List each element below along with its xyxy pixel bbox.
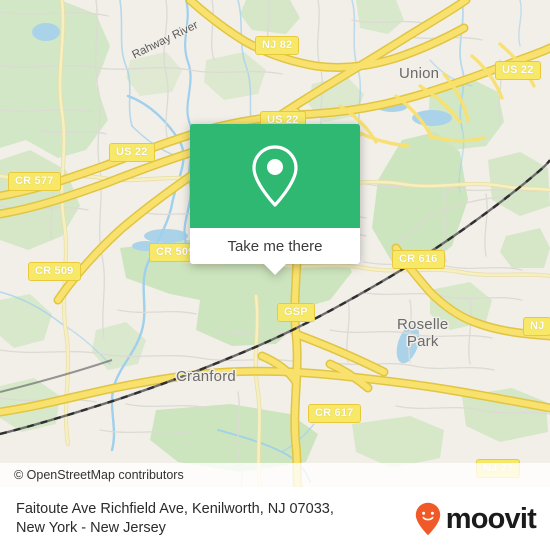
shield-gsp[interactable]: GSP (277, 303, 315, 322)
location-popup-card[interactable]: Take me there (190, 124, 360, 275)
map-canvas[interactable]: Rahway River Union Cranford Roselle Park… (0, 0, 550, 487)
map-screenshot: Rahway River Union Cranford Roselle Park… (0, 0, 550, 550)
shield-us-22-west[interactable]: US 22 (109, 143, 155, 162)
map-pin-icon (252, 145, 298, 207)
footer-bar: Faitoute Ave Richfield Ave, Kenilworth, … (0, 487, 550, 550)
shield-cr-577[interactable]: CR 577 (8, 172, 61, 191)
shield-nj-82[interactable]: NJ 82 (255, 36, 300, 55)
shield-nj-edge[interactable]: NJ (523, 317, 550, 336)
address-line-1: Faitoute Ave Richfield Ave, Kenilworth, … (16, 501, 334, 517)
address-line-2: New York - New Jersey (16, 520, 166, 536)
moovit-pin-icon (415, 502, 440, 536)
popup-footer[interactable]: Take me there (190, 228, 360, 275)
take-me-there-button[interactable]: Take me there (227, 238, 322, 255)
address-block: Faitoute Ave Richfield Ave, Kenilworth, … (16, 500, 334, 538)
shield-cr-617[interactable]: CR 617 (308, 404, 361, 423)
moovit-wordmark: moovit (445, 502, 537, 535)
shield-cr-616[interactable]: CR 616 (392, 250, 445, 269)
popup-header (190, 124, 360, 228)
moovit-brand[interactable]: moovit (415, 502, 537, 536)
osm-attribution[interactable]: © OpenStreetMap contributors (0, 463, 550, 487)
popup-pointer-tail (264, 264, 286, 275)
shield-us-22-east[interactable]: US 22 (495, 61, 541, 80)
shield-cr-509-west[interactable]: CR 509 (28, 262, 81, 281)
